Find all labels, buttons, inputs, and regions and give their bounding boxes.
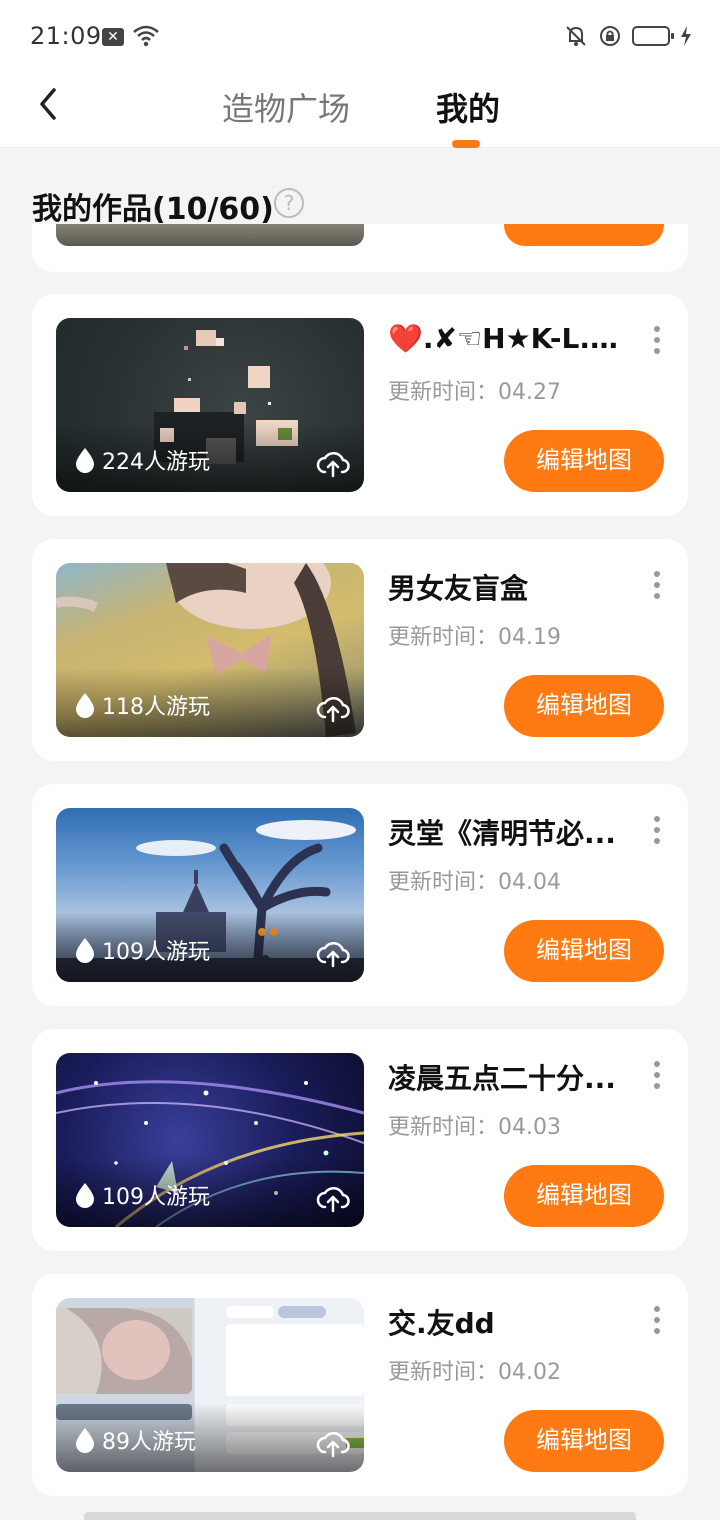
flame-drop-icon — [76, 938, 94, 963]
work-card[interactable]: 89人游玩 交.友dd 更新时间：04.02 编辑地图 — [32, 1274, 688, 1496]
status-time: 21:09 — [30, 22, 102, 50]
flame-drop-icon — [76, 693, 94, 718]
edit-map-button[interactable]: 编辑地图 — [504, 675, 664, 737]
back-button[interactable] — [30, 84, 70, 124]
updated-time: 更新时间：04.19 — [388, 625, 561, 650]
work-title: ❤️.✘☜H★K-L.... — [388, 322, 618, 355]
play-count: 109人游玩 — [74, 934, 210, 966]
work-thumbnail[interactable]: 109人游玩 — [56, 1053, 364, 1227]
work-card[interactable]: 109人游玩 灵堂《清明节必... 更新时间：04.04 编辑地图 — [32, 784, 688, 1006]
more-vertical-icon[interactable] — [652, 816, 662, 844]
top-nav: 造物广场 我的 — [0, 72, 720, 148]
tab-mine[interactable]: 我的 — [436, 84, 500, 130]
more-vertical-icon[interactable] — [652, 326, 662, 354]
play-count-label: 109人游玩 — [102, 1185, 210, 1210]
play-count-label: 224人游玩 — [102, 450, 210, 475]
flame-drop-icon — [76, 448, 94, 473]
more-vertical-icon[interactable] — [652, 1061, 662, 1089]
status-right — [564, 24, 692, 48]
updated-time: 更新时间：04.04 — [388, 870, 561, 895]
play-count: 118人游玩 — [74, 689, 210, 721]
more-vertical-icon[interactable] — [652, 1306, 662, 1334]
edit-map-button[interactable] — [504, 224, 664, 246]
play-count-label: 109人游玩 — [102, 940, 210, 965]
edit-map-button[interactable]: 编辑地图 — [504, 920, 664, 982]
edit-map-button[interactable]: 编辑地图 — [504, 1165, 664, 1227]
tab-plaza[interactable]: 造物广场 — [222, 84, 350, 130]
next-card-edge — [84, 1512, 636, 1520]
work-card[interactable]: 224人游玩 ❤️.✘☜H★K-L.... 更新时间：04.27 编辑地图 — [32, 294, 688, 516]
charging-icon — [681, 26, 691, 46]
cloud-upload-icon[interactable] — [316, 1428, 350, 1458]
work-card-partial — [32, 224, 688, 272]
work-card[interactable]: 118人游玩 男女友盲盒 更新时间：04.19 编辑地图 — [32, 539, 688, 761]
work-title: 男女友盲盒 — [388, 572, 529, 605]
work-thumbnail[interactable] — [56, 224, 364, 246]
question-circle-icon[interactable]: ? — [274, 188, 304, 218]
notification-icon: ✕ — [102, 28, 124, 46]
more-vertical-icon[interactable] — [652, 571, 662, 599]
play-count: 89人游玩 — [74, 1424, 196, 1456]
play-count-label: 89人游玩 — [102, 1430, 196, 1455]
cloud-upload-icon[interactable] — [316, 448, 350, 478]
cloud-upload-icon[interactable] — [316, 938, 350, 968]
flame-drop-icon — [76, 1183, 94, 1208]
lock-rotation-icon — [600, 26, 620, 46]
work-title: 灵堂《清明节必... — [388, 817, 616, 850]
section-title: 我的作品(10/60) — [32, 192, 274, 227]
battery-icon — [632, 26, 674, 46]
edit-map-button[interactable]: 编辑地图 — [504, 1410, 664, 1472]
updated-time: 更新时间：04.27 — [388, 380, 561, 405]
tab-indicator — [452, 140, 480, 148]
cloud-upload-icon[interactable] — [316, 693, 350, 723]
updated-time: 更新时间：04.03 — [388, 1115, 561, 1140]
wifi-icon — [133, 25, 159, 47]
work-thumbnail[interactable]: 224人游玩 — [56, 318, 364, 492]
work-card[interactable]: 109人游玩 凌晨五点二十分... 更新时间：04.03 编辑地图 — [32, 1029, 688, 1251]
updated-time: 更新时间：04.02 — [388, 1360, 561, 1385]
cloud-upload-icon[interactable] — [316, 1183, 350, 1213]
play-count: 109人游玩 — [74, 1179, 210, 1211]
work-title: 凌晨五点二十分... — [388, 1062, 616, 1095]
play-count: 224人游玩 — [74, 444, 210, 476]
status-bar: 21:09 ✕ — [0, 0, 720, 72]
work-thumbnail[interactable]: 118人游玩 — [56, 563, 364, 737]
play-count-label: 118人游玩 — [102, 695, 210, 720]
work-title: 交.友dd — [388, 1307, 495, 1340]
work-thumbnail[interactable]: 89人游玩 — [56, 1298, 364, 1472]
work-thumbnail[interactable]: 109人游玩 — [56, 808, 364, 982]
flame-drop-icon — [76, 1428, 94, 1453]
bell-off-icon — [566, 26, 586, 46]
edit-map-button[interactable]: 编辑地图 — [504, 430, 664, 492]
